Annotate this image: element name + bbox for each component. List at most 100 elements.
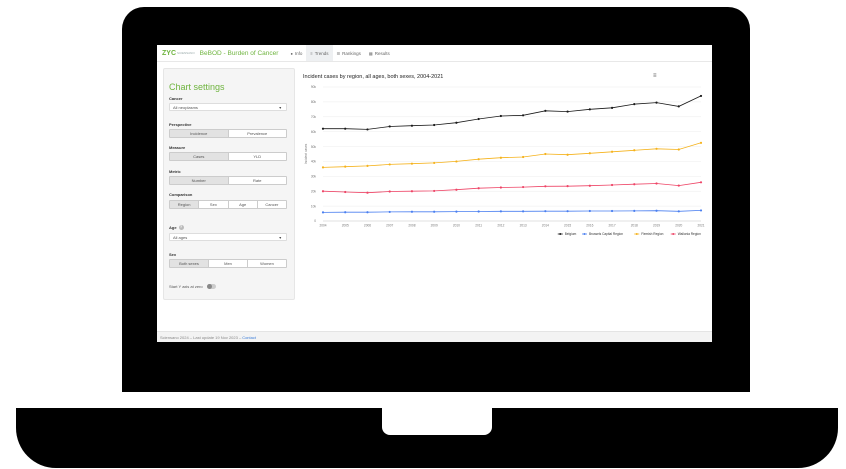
data-point (455, 188, 458, 191)
x-tick-label: 2019 (653, 224, 660, 228)
top-navbar: ZYC SCIENSANO BeBOD - Burden of Cancer ●… (157, 45, 712, 62)
app-title[interactable]: BeBOD - Burden of Cancer (200, 50, 279, 57)
data-point (344, 190, 347, 194)
data-point (344, 127, 347, 130)
data-point (410, 190, 414, 193)
info-icon: ● (290, 50, 293, 56)
y-tick-label: 20k (311, 189, 317, 193)
data-point (588, 152, 591, 155)
data-point (455, 210, 458, 213)
data-point (522, 185, 525, 189)
trends-icon: ≡ (310, 50, 313, 56)
sex-option-men[interactable]: Men (209, 260, 248, 267)
data-point (655, 209, 658, 212)
perspective-option-incidence[interactable]: Incidence (170, 130, 229, 137)
data-point (499, 186, 502, 189)
data-point (321, 127, 325, 130)
help-icon[interactable]: ? (178, 225, 184, 231)
data-point (677, 105, 680, 108)
data-point (366, 128, 369, 131)
legend-label: Wallonia Region (678, 232, 701, 236)
data-point (388, 163, 391, 166)
data-point (410, 210, 414, 213)
data-point (433, 210, 436, 213)
chevron-down-icon: ▼ (278, 106, 282, 110)
measure-option-cases[interactable]: Cases (170, 153, 229, 160)
data-point (544, 109, 547, 112)
data-point (366, 211, 369, 214)
data-point (610, 183, 614, 187)
y-tick-label: 0 (314, 219, 316, 223)
data-point (388, 125, 391, 128)
data-point (522, 114, 525, 117)
sex-option-women[interactable]: Women (248, 260, 286, 267)
start-y-axis-switch[interactable] (206, 284, 216, 289)
comparison-option-cancer[interactable]: Cancer (258, 201, 286, 208)
y-tick-label: 40k (311, 160, 317, 164)
x-tick-label: 2020 (675, 224, 682, 228)
data-point (655, 147, 658, 150)
age-label: Age (169, 225, 177, 230)
data-point (677, 184, 680, 187)
tab-results[interactable]: ▦ Results (365, 45, 394, 61)
y-tick-label: 30k (311, 175, 317, 179)
data-point (610, 106, 614, 109)
data-point (522, 210, 525, 213)
x-tick-label: 2004 (319, 224, 326, 228)
metric-option-rate[interactable]: Rate (229, 177, 287, 184)
x-tick-label: 2007 (386, 224, 393, 228)
tab-rankings[interactable]: ☰ Rankings (333, 45, 365, 61)
data-point (655, 101, 658, 104)
x-tick-label: 2021 (697, 224, 704, 228)
perspective-label: Perspective (169, 122, 192, 127)
x-tick-label: 2009 (431, 224, 438, 228)
data-point (344, 165, 347, 168)
data-point (433, 189, 436, 193)
x-tick-label: 2006 (364, 224, 371, 228)
legend-label: Flemish Region (641, 232, 663, 236)
tab-trends[interactable]: ≡ Trends (306, 45, 333, 61)
data-point (410, 162, 414, 165)
age-select[interactable]: All ages ▼ (169, 233, 287, 241)
data-point (566, 153, 569, 156)
measure-option-yld[interactable]: YLD (229, 153, 287, 160)
y-tick-label: 80k (311, 100, 317, 104)
data-point (633, 149, 636, 152)
series-line (322, 210, 702, 213)
sex-label: Sex (169, 252, 177, 257)
x-tick-label: 2011 (475, 224, 482, 228)
tab-info[interactable]: ● Info (286, 45, 306, 61)
sex-option-both[interactable]: Both sexes (170, 260, 209, 267)
data-point (388, 210, 391, 214)
data-point (677, 210, 680, 213)
data-point (677, 148, 680, 151)
comparison-label: Comparison (169, 192, 193, 197)
comparison-option-region[interactable]: Region (170, 201, 200, 208)
laptop-notch (382, 408, 492, 435)
data-point (433, 161, 436, 165)
cancer-select[interactable]: All neoplasms ▼ (169, 103, 287, 111)
x-tick-label: 2013 (520, 224, 527, 228)
comparison-option-age[interactable]: Age (229, 201, 258, 208)
data-point (410, 124, 414, 127)
data-point (433, 123, 436, 127)
perspective-option-prevalence[interactable]: Prevalence (229, 130, 287, 137)
comparison-option-sex[interactable]: Sex (199, 201, 229, 208)
x-tick-label: 2014 (542, 224, 549, 228)
sciensano-logo[interactable]: ZYC SCIENSANO (162, 50, 195, 57)
y-tick-label: 70k (311, 115, 317, 119)
metric-label: Metric (169, 169, 181, 174)
x-tick-label: 2016 (586, 224, 593, 228)
data-point (344, 211, 347, 214)
panel-title: Chart settings (169, 82, 225, 92)
data-point (388, 190, 391, 193)
data-point (588, 184, 591, 187)
legend-label: Brussels Capital Region (589, 232, 623, 236)
tab-label: Trends (314, 50, 329, 56)
data-point (566, 210, 569, 213)
y-tick-label: 50k (311, 145, 317, 149)
contact-link[interactable]: Contact (242, 335, 256, 340)
line-chart: 0 10k 20k 30k 40k 50k 60k 70k 80k 90k Incident cas… (304, 85, 705, 236)
comparison-toggle: Region Sex Age Cancer (169, 200, 287, 209)
metric-option-number[interactable]: Number (170, 177, 229, 184)
